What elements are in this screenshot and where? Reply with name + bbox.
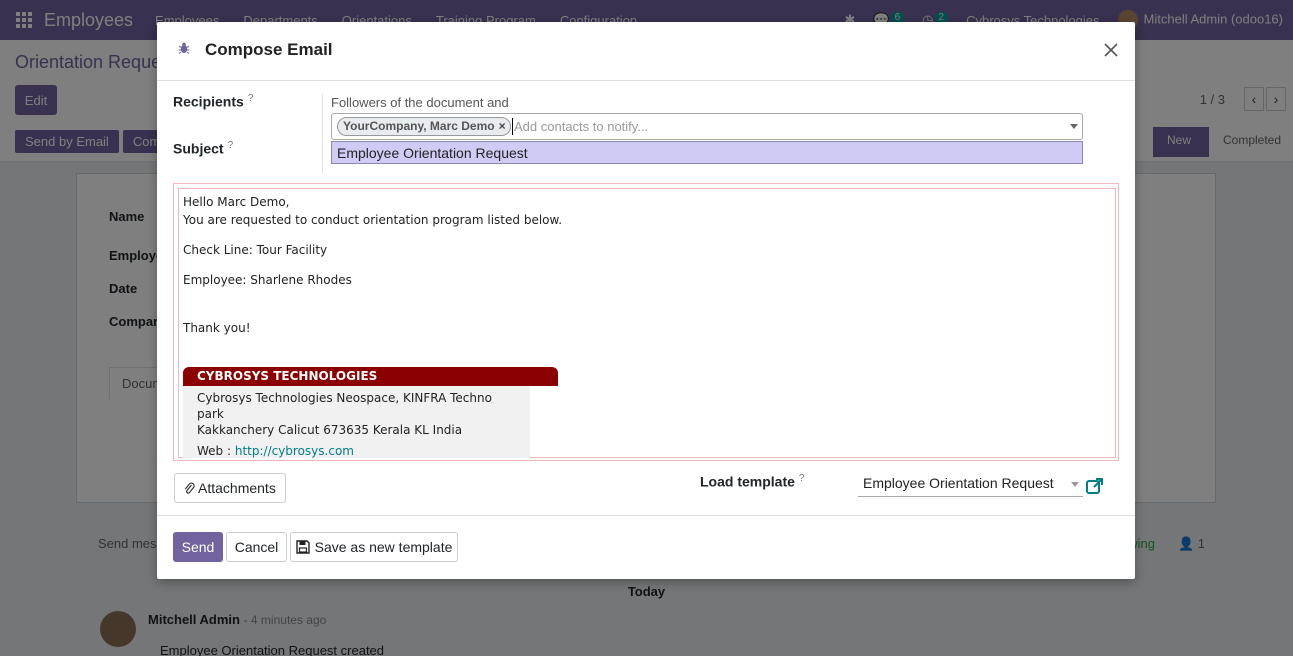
template-select-value: Employee Orientation Request <box>863 475 1054 491</box>
attachments-button[interactable]: Attachments <box>174 473 286 503</box>
body-line: You are requested to conduct orientation… <box>183 213 563 227</box>
signature-address-line-1: Cybrosys Technologies Neospace, KINFRA T… <box>197 391 492 421</box>
label-divider <box>322 95 323 173</box>
followers-note: Followers of the document and <box>331 95 509 110</box>
load-template-label: Load template? <box>700 473 804 490</box>
load-template-label-text: Load template <box>700 473 795 490</box>
template-select[interactable]: Employee Orientation Request <box>858 472 1083 497</box>
send-button[interactable]: Send <box>173 532 223 562</box>
signature-web-link[interactable]: http://cybrosys.com <box>235 444 354 458</box>
external-link-icon[interactable] <box>1085 476 1105 496</box>
body-editor-frame: Hello Marc Demo, You are requested to co… <box>173 183 1119 461</box>
signature-block: Cybrosys Technologies Neospace, KINFRA T… <box>183 386 530 458</box>
recipient-tag-label: YourCompany, Marc Demo <box>343 119 495 133</box>
text-cursor <box>512 118 513 135</box>
subject-input[interactable]: Employee Orientation Request <box>331 141 1083 164</box>
cancel-button[interactable]: Cancel <box>226 532 287 562</box>
recipients-label: Recipients? <box>173 93 253 110</box>
save-as-template-label: Save as new template <box>314 539 453 555</box>
body-editor[interactable]: Hello Marc Demo, You are requested to co… <box>178 188 1116 458</box>
save-icon <box>295 540 310 554</box>
modal-header: Compose Email <box>157 22 1135 81</box>
signature-web-label: Web : <box>197 444 235 458</box>
modal-footer: Send Cancel Save as new template <box>157 515 1135 579</box>
subject-help-icon[interactable]: ? <box>228 140 234 151</box>
close-icon[interactable] <box>1101 40 1121 60</box>
recipients-help-icon[interactable]: ? <box>248 93 254 104</box>
load-template-help-icon[interactable]: ? <box>799 473 805 484</box>
modal-title: Compose Email <box>205 40 333 59</box>
compose-email-dialog: Compose Email Recipients? Subject? Follo… <box>157 22 1135 579</box>
recipients-label-text: Recipients <box>173 93 244 110</box>
body-thanks: Thank you! <box>183 321 251 335</box>
attachments-label: Attachments <box>198 480 276 496</box>
body-check-line: Check Line: Tour Facility <box>183 243 328 257</box>
subject-label: Subject? <box>173 140 233 157</box>
signature-web: Web : http://cybrosys.com <box>197 443 516 459</box>
signature-address-line-2: Kakkanchery Calicut 673635 Kerala KL Ind… <box>197 423 463 437</box>
body-employee: Employee: Sharlene Rhodes <box>183 273 352 287</box>
chevron-down-icon[interactable] <box>1071 482 1079 487</box>
recipients-field[interactable]: YourCompany, Marc Demo × <box>331 113 1083 140</box>
recipients-input[interactable] <box>514 116 1054 137</box>
body-greeting: Hello Marc Demo, <box>183 195 290 209</box>
paperclip-icon <box>184 482 195 494</box>
chevron-down-icon[interactable] <box>1070 124 1078 129</box>
subject-label-text: Subject <box>173 140 224 157</box>
recipient-tag: YourCompany, Marc Demo × <box>337 117 511 136</box>
signature-company: CYBROSYS TECHNOLOGIES <box>183 367 558 386</box>
bug-icon <box>178 42 190 54</box>
remove-tag-icon[interactable]: × <box>499 119 506 133</box>
save-as-template-button[interactable]: Save as new template <box>290 532 458 562</box>
